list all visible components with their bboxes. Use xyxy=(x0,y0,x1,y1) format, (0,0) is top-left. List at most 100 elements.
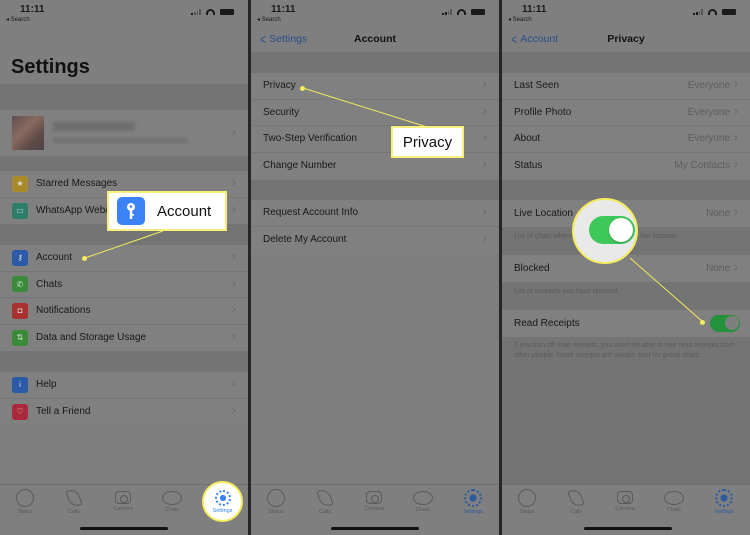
tab-camera[interactable]: Camera xyxy=(98,489,148,512)
status-icon xyxy=(267,489,285,507)
chevron-right-icon: > xyxy=(232,127,236,139)
calls-icon xyxy=(567,487,585,509)
chevron-right-icon: > xyxy=(483,80,487,92)
signal-icon xyxy=(442,9,452,15)
camera-icon xyxy=(366,491,382,504)
heart-icon: ♡ xyxy=(12,403,28,420)
read-receipts-toggle[interactable] xyxy=(710,314,740,332)
privacy-screen: 11:11 ◂ Search < Account Privacy Last See… xyxy=(502,0,750,535)
chevron-right-icon: > xyxy=(734,262,738,274)
toggle-magnifier xyxy=(572,198,638,264)
chevron-right-icon: > xyxy=(483,133,487,145)
tab-calls[interactable]: Calls xyxy=(49,487,99,515)
page-title: Account xyxy=(354,33,396,45)
privacy-item-blocked[interactable]: Blocked None > xyxy=(502,255,750,282)
profile-row[interactable]: > xyxy=(0,110,248,156)
tab-settings[interactable]: Settings xyxy=(448,489,498,515)
chevron-right-icon: > xyxy=(734,160,738,172)
chevron-right-icon: > xyxy=(734,133,738,145)
chats-icon xyxy=(664,491,684,505)
status-time: 11:11 xyxy=(522,4,547,15)
chevron-right-icon: > xyxy=(483,234,487,246)
account-marker-dot xyxy=(82,256,87,261)
wifi-icon xyxy=(708,9,717,15)
toggle-zoomed xyxy=(589,216,635,244)
whatsapp-icon: ✆ xyxy=(12,276,28,293)
privacy-callout: Privacy xyxy=(391,126,464,158)
account-item-delete-account[interactable]: Delete My Account > xyxy=(251,227,499,254)
profile-name-blurred xyxy=(53,122,135,131)
chevron-right-icon: > xyxy=(232,205,236,217)
settings-screen: 11:11 ◂ Search Settings > ★ Starred Mess… xyxy=(0,0,248,535)
tab-settings-highlighted[interactable]: Settings xyxy=(202,481,243,522)
blocked-group: Blocked None > xyxy=(502,255,750,282)
chevron-right-icon: > xyxy=(232,278,236,290)
profile-group: > xyxy=(0,110,248,156)
account-item-security[interactable]: Security > xyxy=(251,100,499,126)
home-indicator xyxy=(584,527,672,530)
chevron-right-icon: > xyxy=(232,178,236,190)
signal-icon xyxy=(191,9,201,15)
settings-item-account[interactable]: ⚷ Account > xyxy=(0,245,248,272)
privacy-item-status[interactable]: Status My Contacts > xyxy=(502,153,750,180)
nav-bar: < Account Privacy xyxy=(502,30,750,50)
home-indicator xyxy=(80,527,168,530)
tab-calls[interactable]: Calls xyxy=(300,487,350,515)
privacy-item-about[interactable]: About Everyone > xyxy=(502,126,750,153)
privacy-item-last-seen[interactable]: Last Seen Everyone > xyxy=(502,73,750,100)
account-screen: 11:11 ◂ Search < Settings Account Privacy… xyxy=(251,0,499,535)
back-to-search[interactable]: ◂ Search xyxy=(6,16,30,23)
tab-chats[interactable]: Chats xyxy=(147,489,197,513)
battery-icon xyxy=(722,9,736,15)
status-bar: 11:11 ◂ Search xyxy=(0,0,248,28)
settings-icon xyxy=(214,490,231,506)
calls-icon xyxy=(316,487,334,509)
back-to-search[interactable]: ◂ Search xyxy=(257,16,281,23)
settings-item-tell-a-friend[interactable]: ♡ Tell a Friend > xyxy=(0,399,248,426)
tab-settings[interactable]: Settings xyxy=(699,489,749,515)
wifi-icon xyxy=(457,9,466,15)
settings-item-chats[interactable]: ✆ Chats > xyxy=(0,272,248,298)
account-item-privacy[interactable]: Privacy > xyxy=(251,73,499,100)
wifi-icon xyxy=(206,9,215,15)
privacy-item-profile-photo[interactable]: Profile Photo Everyone > xyxy=(502,100,750,126)
settings-group-3: i Help > ♡ Tell a Friend > xyxy=(0,372,248,425)
status-bar: 11:11 ◂ Search xyxy=(251,0,499,28)
privacy-item-read-receipts: Read Receipts xyxy=(502,310,750,337)
chevron-right-icon: > xyxy=(734,80,738,92)
settings-icon xyxy=(464,489,482,507)
settings-item-notifications[interactable]: ◘ Notifications > xyxy=(0,298,248,325)
status-time: 11:11 xyxy=(271,4,296,15)
tab-status[interactable]: Status xyxy=(0,489,50,515)
tab-camera[interactable]: Camera xyxy=(349,489,399,512)
account-callout: Account xyxy=(107,191,227,231)
back-to-search[interactable]: ◂ Search xyxy=(508,16,532,23)
tab-calls[interactable]: Calls xyxy=(551,487,601,515)
settings-icon xyxy=(715,489,733,507)
chevron-right-icon: > xyxy=(232,305,236,317)
tab-status[interactable]: Status xyxy=(502,489,552,515)
tab-chats[interactable]: Chats xyxy=(649,489,699,513)
chevron-right-icon: > xyxy=(232,332,236,344)
signal-icon xyxy=(693,9,703,15)
laptop-icon: ▭ xyxy=(12,202,28,219)
page-title: Settings xyxy=(11,56,90,78)
status-icon xyxy=(518,489,536,507)
settings-item-help[interactable]: i Help > xyxy=(0,372,248,399)
settings-item-data-storage[interactable]: ⇅ Data and Storage Usage > xyxy=(0,325,248,352)
status-icon xyxy=(16,489,34,507)
chevron-right-icon: > xyxy=(232,379,236,391)
chevron-right-icon: > xyxy=(232,406,236,418)
camera-icon xyxy=(617,491,633,504)
calls-icon xyxy=(65,487,83,509)
avatar xyxy=(12,116,44,150)
chevron-right-icon: > xyxy=(483,160,487,172)
privacy-marker-dot xyxy=(300,86,305,91)
blocked-note: List of contacts you have blocked. xyxy=(514,288,620,295)
toggle-marker-dot xyxy=(700,320,705,325)
tab-status[interactable]: Status xyxy=(251,489,301,515)
tab-camera[interactable]: Camera xyxy=(600,489,650,512)
account-item-request-info[interactable]: Request Account Info > xyxy=(251,200,499,227)
tab-chats[interactable]: Chats xyxy=(398,489,448,513)
chevron-right-icon: > xyxy=(734,207,738,219)
